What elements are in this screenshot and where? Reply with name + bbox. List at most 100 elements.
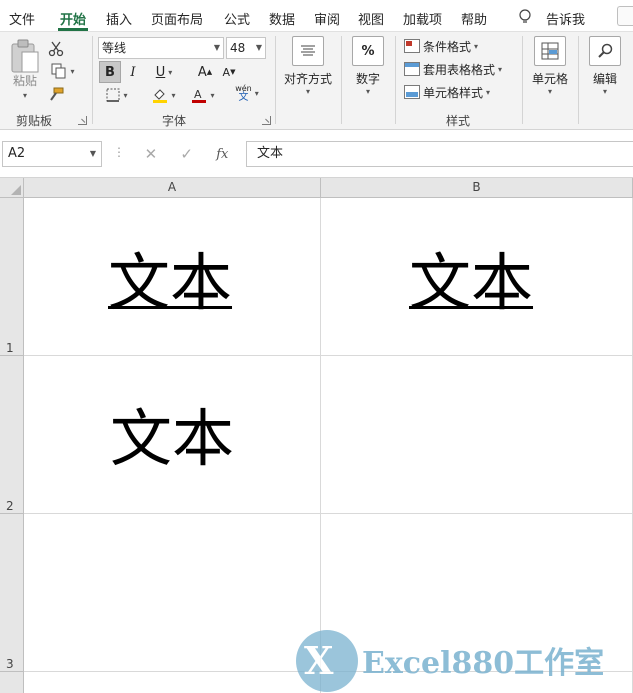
column-header-b[interactable]: B [321,178,633,198]
clipboard-launcher-icon[interactable] [78,116,87,125]
font-launcher-icon[interactable] [262,116,271,125]
name-box[interactable]: A2 ▼ [2,141,102,167]
watermark-logo-letter: X [304,638,334,683]
clipboard-icon [11,39,39,73]
select-all-button[interactable] [0,178,24,198]
font-size-value: 48 [230,41,246,55]
italic-button[interactable]: I [124,61,142,83]
grow-font-glyph: A [197,64,207,80]
bold-button[interactable]: B [99,61,121,83]
paste-button[interactable]: 粘贴 ▾ [8,38,42,100]
font-color-swatch [192,100,207,103]
watermark-logo: X [296,630,358,692]
shrink-font-glyph: A [222,65,231,79]
number-label: 数字 [355,72,380,86]
tab-data[interactable]: 数据 [269,9,295,28]
paintbrush-icon [50,87,64,101]
underline-button[interactable]: U ▾ [146,61,182,83]
fill-color-dropdown-icon: ▾ [171,90,176,100]
copy-dropdown-icon: ▾ [70,66,75,76]
row-number: 2 [6,499,14,513]
shrink-font-button[interactable]: A ▼ [220,61,238,83]
share-button[interactable] [617,6,633,26]
cell-b2[interactable] [321,356,633,514]
percent-glyph: % [361,43,375,59]
formula-bar-grip-icon[interactable]: ⋮ [113,145,125,159]
formula-bar: A2 ▼ ⋮ ✕ ✓ fx 文本 [0,131,633,178]
table-format-icon [404,62,420,76]
format-as-table-button[interactable]: 套用表格格式 ▾ [404,59,502,79]
border-icon [106,88,120,102]
row-header-2[interactable]: 2 [0,356,24,514]
group-divider [395,36,396,124]
cut-button[interactable] [46,38,66,60]
cancel-icon[interactable]: ✕ [145,145,158,163]
font-color-icon: A [192,88,207,103]
cell-a2-text: 文本 [110,402,235,475]
font-size-select[interactable]: 48 ▼ [226,37,266,59]
tab-addins[interactable]: 加载项 [403,9,442,28]
tab-review[interactable]: 审阅 [314,9,340,28]
tab-page-layout[interactable]: 页面布局 [151,9,203,28]
group-divider [275,36,276,124]
align-icon [292,36,324,66]
row-header-3[interactable]: 3 [0,514,24,672]
cell-b1[interactable]: 文本 [321,198,633,356]
cell-a2[interactable]: 文本 [24,356,321,514]
cell-styles-button[interactable]: 单元格样式 ▾ [404,82,490,102]
enter-icon[interactable]: ✓ [180,145,193,163]
underline-dropdown-icon: ▾ [168,67,173,77]
phonetic-button[interactable]: wén 文 ▾ [230,82,264,104]
column-header-a[interactable]: A [24,178,321,198]
row-header-1[interactable]: 1 [0,198,24,356]
tab-formulas[interactable]: 公式 [224,9,250,28]
format-painter-button[interactable] [46,84,66,106]
cell-a4[interactable] [24,672,321,693]
editing-button[interactable]: 编辑 ▾ [588,36,622,96]
table-format-label: 套用表格格式 [423,62,496,77]
conditional-format-dropdown-icon: ▾ [474,41,479,51]
cell-a1[interactable]: 文本 [24,198,321,356]
phonetic-char: 文 [238,92,249,103]
clipboard-group-label: 剪贴板 [16,114,53,128]
font-name-select[interactable]: 等线 ▼ [98,37,224,59]
cells-button[interactable]: 单元格 ▾ [530,36,570,96]
font-color-button[interactable]: A ▾ [186,84,220,106]
alignment-dropdown-icon: ▾ [305,87,310,96]
copy-button[interactable]: ▾ [46,60,80,82]
cell-b1-text: 文本 [409,246,534,319]
paste-label: 粘贴 [12,74,37,88]
borders-button[interactable]: ▾ [99,84,135,106]
grow-font-button[interactable]: A ▲ [196,61,214,83]
conditional-format-icon [404,39,420,53]
conditional-formatting-button[interactable]: 条件格式 ▾ [404,36,478,56]
alignment-button[interactable]: 对齐方式 ▾ [282,36,334,96]
formula-content: 文本 [257,146,284,161]
group-divider [341,36,342,124]
cells-dropdown-icon: ▾ [547,87,552,96]
number-format-button[interactable]: % 数字 ▾ [350,36,386,96]
formula-input[interactable]: 文本 [246,141,633,167]
svg-text:A: A [194,88,202,101]
paste-dropdown-icon: ▾ [22,91,27,100]
tab-file[interactable]: 文件 [9,9,35,28]
insert-function-icon[interactable]: fx [216,147,228,162]
cell-a1-text: 文本 [108,246,233,319]
alignment-label: 对齐方式 [283,72,332,86]
conditional-format-label: 条件格式 [423,39,472,54]
row-header-4[interactable] [0,672,24,693]
cell-a3[interactable] [24,514,321,672]
watermark-text: Excel880工作室 [362,646,605,681]
tab-help[interactable]: 帮助 [461,9,487,28]
fill-color-button[interactable]: ▾ [146,84,182,106]
tab-home[interactable]: 开始 [60,9,86,28]
number-dropdown-icon: ▾ [365,87,370,96]
tab-insert[interactable]: 插入 [106,9,132,28]
editing-label: 编辑 [592,72,617,86]
percent-icon: % [352,36,384,66]
tell-me-search[interactable]: 告诉我 [546,9,585,28]
tab-view[interactable]: 视图 [358,9,384,28]
scissors-icon [48,41,64,57]
row-number: 3 [6,657,14,671]
font-group-label: 字体 [162,114,187,128]
